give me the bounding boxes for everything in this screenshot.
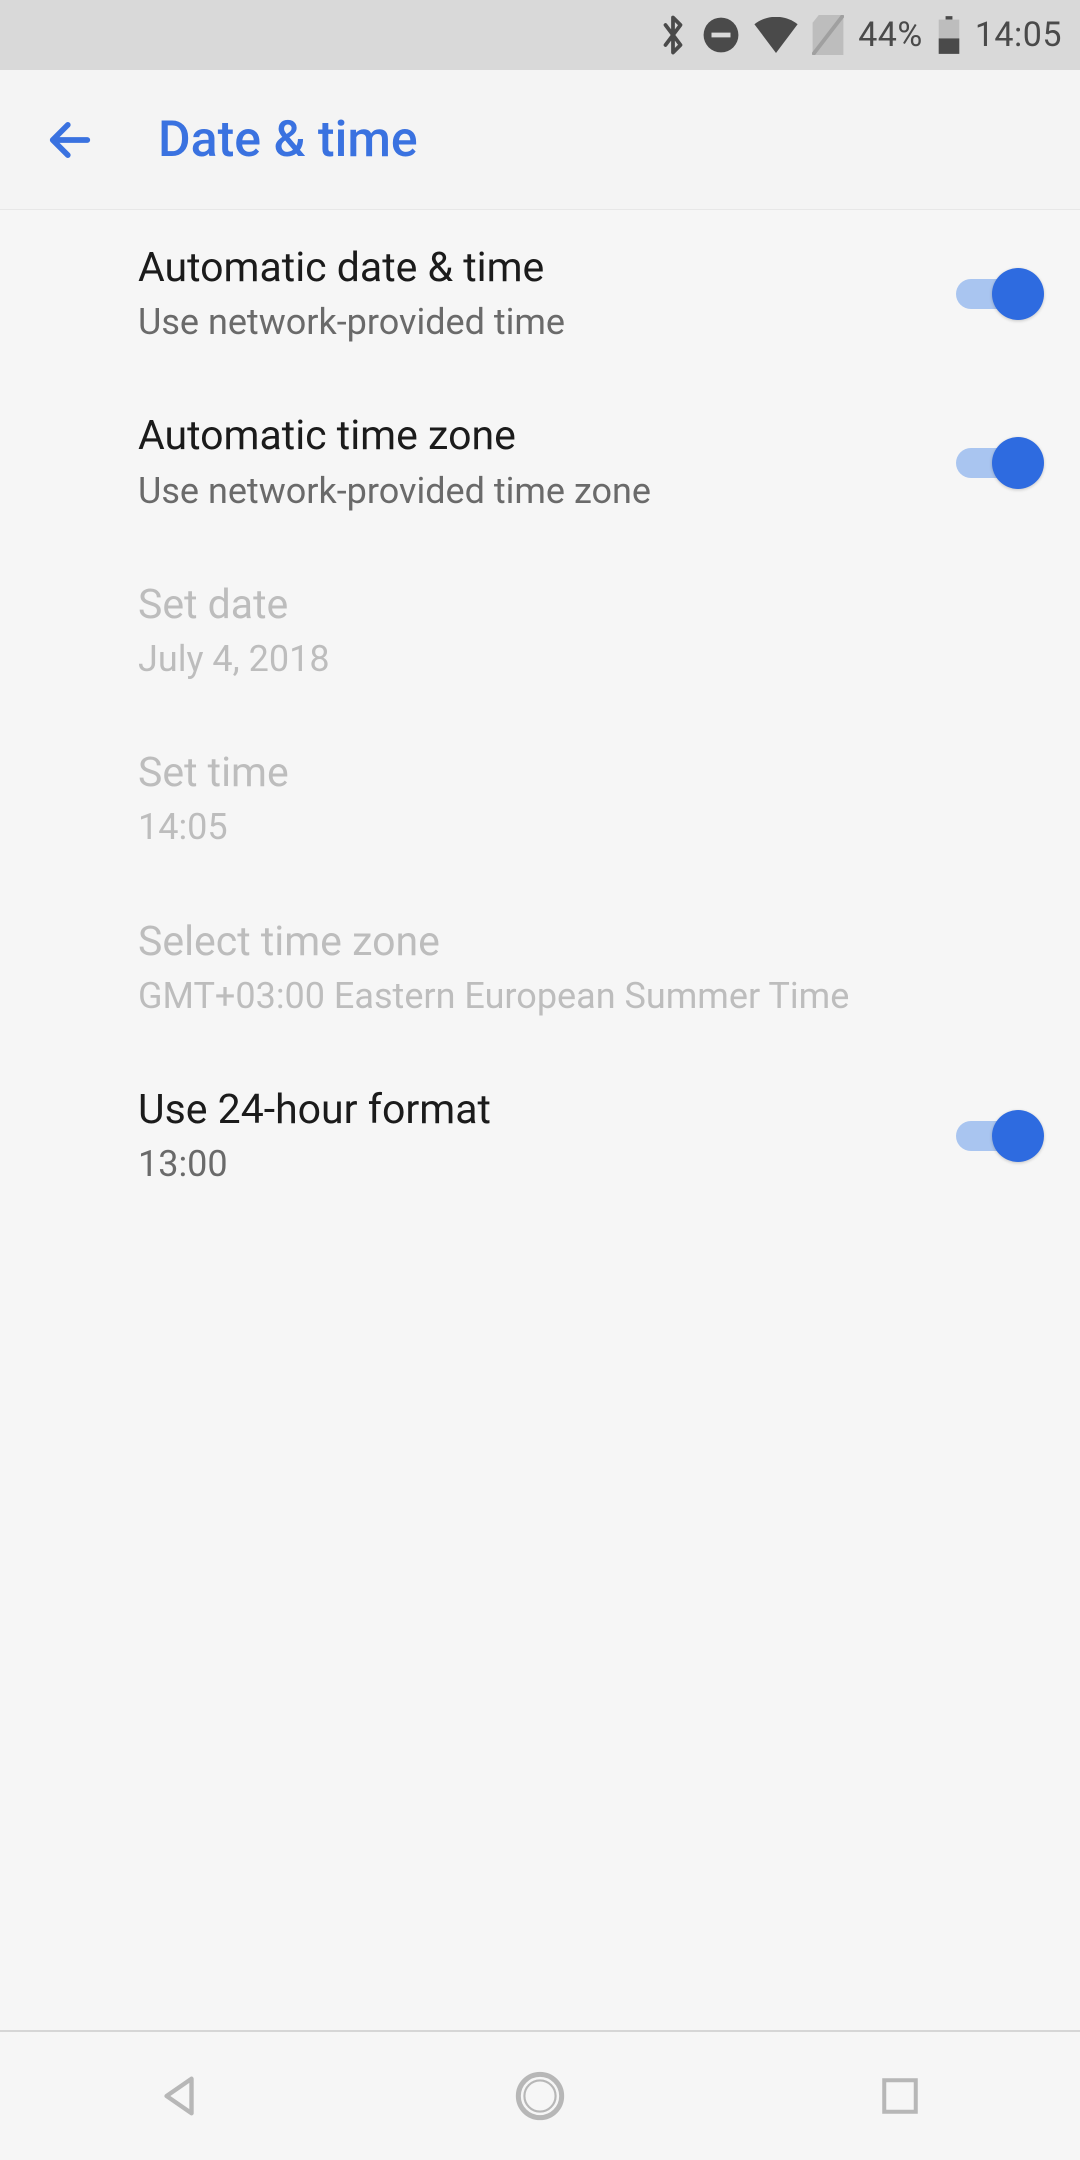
setting-auto-datetime[interactable]: Automatic date & time Use network-provid… (0, 210, 1080, 378)
setting-subtitle: July 4, 2018 (138, 638, 1038, 681)
setting-title: Use 24-hour format (138, 1086, 936, 1135)
toggle-auto-datetime[interactable] (956, 266, 1038, 322)
status-bar: 44% 14:05 (0, 0, 1080, 70)
battery-icon (937, 16, 961, 54)
setting-subtitle: Use network-provided time zone (138, 470, 936, 513)
wifi-icon (754, 17, 798, 53)
toggle-use-24h[interactable] (956, 1108, 1038, 1164)
nav-home-button[interactable] (480, 2061, 600, 2131)
setting-subtitle: Use network-provided time (138, 301, 936, 344)
back-button[interactable] (40, 110, 100, 170)
circle-home-icon (514, 2070, 566, 2122)
switch-thumb (992, 268, 1044, 320)
setting-set-date: Set date July 4, 2018 (0, 547, 1080, 715)
setting-title: Automatic time zone (138, 412, 936, 461)
nav-back-button[interactable] (120, 2061, 240, 2131)
settings-list: Automatic date & time Use network-provid… (0, 210, 1080, 2030)
setting-title: Select time zone (138, 918, 1038, 967)
nav-recent-button[interactable] (840, 2061, 960, 2131)
arrow-left-icon (44, 114, 96, 166)
setting-subtitle: 13:00 (138, 1143, 936, 1186)
setting-set-time: Set time 14:05 (0, 715, 1080, 883)
bluetooth-icon (658, 14, 688, 56)
status-clock: 14:05 (975, 15, 1062, 55)
setting-select-timezone: Select time zone GMT+03:00 Eastern Europ… (0, 884, 1080, 1052)
switch-thumb (992, 437, 1044, 489)
app-bar: Date & time (0, 70, 1080, 210)
toggle-auto-timezone[interactable] (956, 435, 1038, 491)
battery-percent: 44% (858, 15, 923, 55)
setting-subtitle: GMT+03:00 Eastern European Summer Time (138, 975, 1038, 1018)
page-title: Date & time (158, 111, 418, 169)
setting-auto-timezone[interactable]: Automatic time zone Use network-provided… (0, 378, 1080, 546)
setting-title: Set time (138, 749, 1038, 798)
setting-title: Set date (138, 581, 1038, 630)
triangle-back-icon (157, 2073, 203, 2119)
do-not-disturb-icon (702, 16, 740, 54)
setting-use-24h[interactable]: Use 24-hour format 13:00 (0, 1052, 1080, 1220)
system-nav-bar (0, 2030, 1080, 2160)
no-sim-icon (812, 15, 844, 55)
square-recent-icon (879, 2075, 921, 2117)
setting-title: Automatic date & time (138, 244, 936, 293)
setting-subtitle: 14:05 (138, 806, 1038, 849)
switch-thumb (992, 1110, 1044, 1162)
